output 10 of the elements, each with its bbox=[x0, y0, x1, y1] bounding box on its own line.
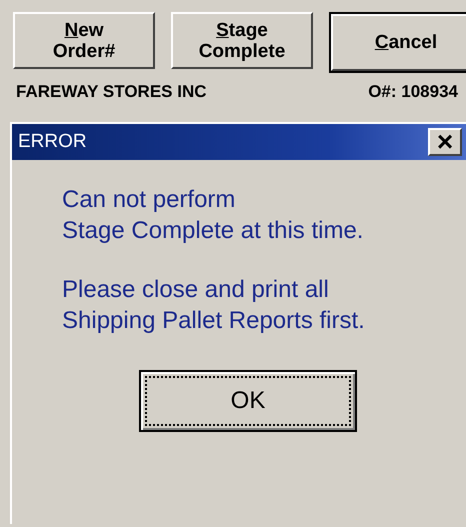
customer-name: FAREWAY STORES INC bbox=[16, 82, 207, 102]
order-number: O#: 108934 bbox=[368, 82, 458, 102]
ok-button[interactable]: OK bbox=[139, 370, 357, 432]
error-message: Please close and print all Shipping Pallet Reports first. bbox=[62, 275, 366, 336]
dialog-title: ERROR bbox=[18, 131, 87, 153]
toolbar-button[interactable]: New Order# bbox=[13, 12, 155, 69]
close-button[interactable]: × bbox=[428, 128, 462, 156]
toolbar-button[interactable]: Stage Complete bbox=[171, 12, 313, 69]
toolbar-button[interactable]: Cancel bbox=[331, 14, 466, 71]
error-message: Can not perform Stage Complete at this time. bbox=[62, 185, 364, 246]
